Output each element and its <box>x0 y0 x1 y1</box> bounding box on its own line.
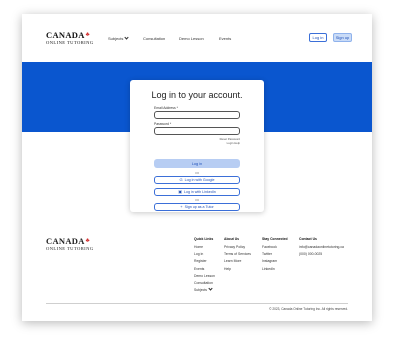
footer-contact-phone[interactable]: (000) 000-0025 <box>299 252 344 256</box>
footer-link-learn-more[interactable]: Learn More <box>224 259 251 263</box>
nav-subjects[interactable]: Subjects <box>108 35 129 41</box>
maple-leaf-icon: ♣ <box>85 32 90 39</box>
contact-heading: Contact Us <box>299 237 317 241</box>
social-heading: Stay Connected <box>262 237 288 241</box>
footer-link-events[interactable]: Events <box>194 267 215 271</box>
submit-login-button[interactable]: Log in <box>154 159 240 168</box>
footer-contact: Contact Us info@canadaonlinetutoring.ca … <box>299 237 344 259</box>
brand-name: CANADA <box>46 30 85 40</box>
footer-brand-name: CANADA <box>46 236 85 246</box>
footer-link-privacy[interactable]: Privacy Policy <box>224 245 251 249</box>
linkedin-login-label: Log in with LinkedIn <box>184 190 216 194</box>
footer-brand-logo[interactable]: CANADA ♣ ONLINE TUTORING <box>46 237 94 251</box>
tutor-signup-button[interactable]: + Sign up as a Tutor <box>154 203 240 211</box>
footer-link-terms[interactable]: Terms of Services <box>224 252 251 256</box>
or-divider-2: OR <box>194 198 200 202</box>
signup-button[interactable]: Sign up <box>333 33 352 42</box>
password-field[interactable] <box>154 127 240 135</box>
footer-link-subjects[interactable]: Subjects <box>194 286 215 293</box>
footer-link-help[interactable]: Help <box>224 267 251 271</box>
footer-quick-links: Quick Links Home Log in Register Events … <box>194 237 215 295</box>
footer-link-linkedin[interactable]: LinkedIn <box>262 267 288 271</box>
maple-leaf-icon: ♣ <box>85 238 90 245</box>
footer-link-demo-lesson[interactable]: Demo Lesson <box>194 274 215 278</box>
email-label: Email Address * <box>154 106 178 110</box>
nav-subjects-label: Subjects <box>108 36 124 41</box>
linkedin-login-button[interactable]: ▣ Log in with LinkedIn <box>154 188 240 196</box>
footer-link-home[interactable]: Home <box>194 245 215 249</box>
google-login-button[interactable]: G Log in with Google <box>154 176 240 184</box>
copyright-text: © 2023, Canada Online Tutoring Inc. All … <box>269 307 348 311</box>
linkedin-icon: ▣ <box>178 189 182 194</box>
brand-logo[interactable]: CANADA ♣ ONLINE TUTORING <box>46 31 94 45</box>
google-icon: G <box>179 177 183 182</box>
password-label: Password * <box>154 122 172 126</box>
email-field[interactable] <box>154 111 240 119</box>
nav-consultation[interactable]: Consultation <box>143 36 165 41</box>
brand-subtitle: ONLINE TUTORING <box>46 39 94 45</box>
footer-link-register[interactable]: Register <box>194 259 215 263</box>
login-button[interactable]: Log in <box>309 33 327 42</box>
footer-link-facebook[interactable]: Facebook <box>262 245 288 249</box>
footer-brand-subtitle: ONLINE TUTORING <box>46 245 94 251</box>
footer-subjects-label: Subjects <box>194 288 208 293</box>
chevron-down-icon <box>208 286 213 291</box>
footer-link-twitter[interactable]: Twitter <box>262 252 288 256</box>
footer-link-login[interactable]: Log in <box>194 252 215 256</box>
browser-frame: CANADA ♣ ONLINE TUTORING Subjects Consult… <box>22 14 372 321</box>
tutor-signup-label: Sign up as a Tutor <box>184 205 214 209</box>
footer-link-consultation[interactable]: Consultation <box>194 281 215 285</box>
footer-social: Stay Connected Facebook Twitter Instagra… <box>262 237 288 274</box>
login-card: Log in to your account. Email Address * … <box>130 80 264 212</box>
or-divider: OR <box>194 171 200 175</box>
google-login-label: Log in with Google <box>184 178 215 182</box>
nav-events[interactable]: Events <box>219 36 231 41</box>
about-heading: About Us <box>224 237 240 241</box>
chevron-down-icon <box>124 35 129 40</box>
footer-contact-email[interactable]: info@canadaonlinetutoring.ca <box>299 245 344 249</box>
site-header: CANADA ♣ ONLINE TUTORING Subjects Consult… <box>22 14 372 62</box>
login-title: Log in to your account. <box>151 90 243 100</box>
nav-demo-lesson[interactable]: Demo Lesson <box>179 36 204 41</box>
footer-about: About Us Privacy Policy Terms of Service… <box>224 237 251 274</box>
quick-links-heading: Quick Links <box>194 237 214 241</box>
plus-icon: + <box>180 204 183 209</box>
footer-divider <box>46 303 348 304</box>
footer-link-instagram[interactable]: Instagram <box>262 259 288 263</box>
login-help-link[interactable]: Login Help <box>227 141 240 145</box>
